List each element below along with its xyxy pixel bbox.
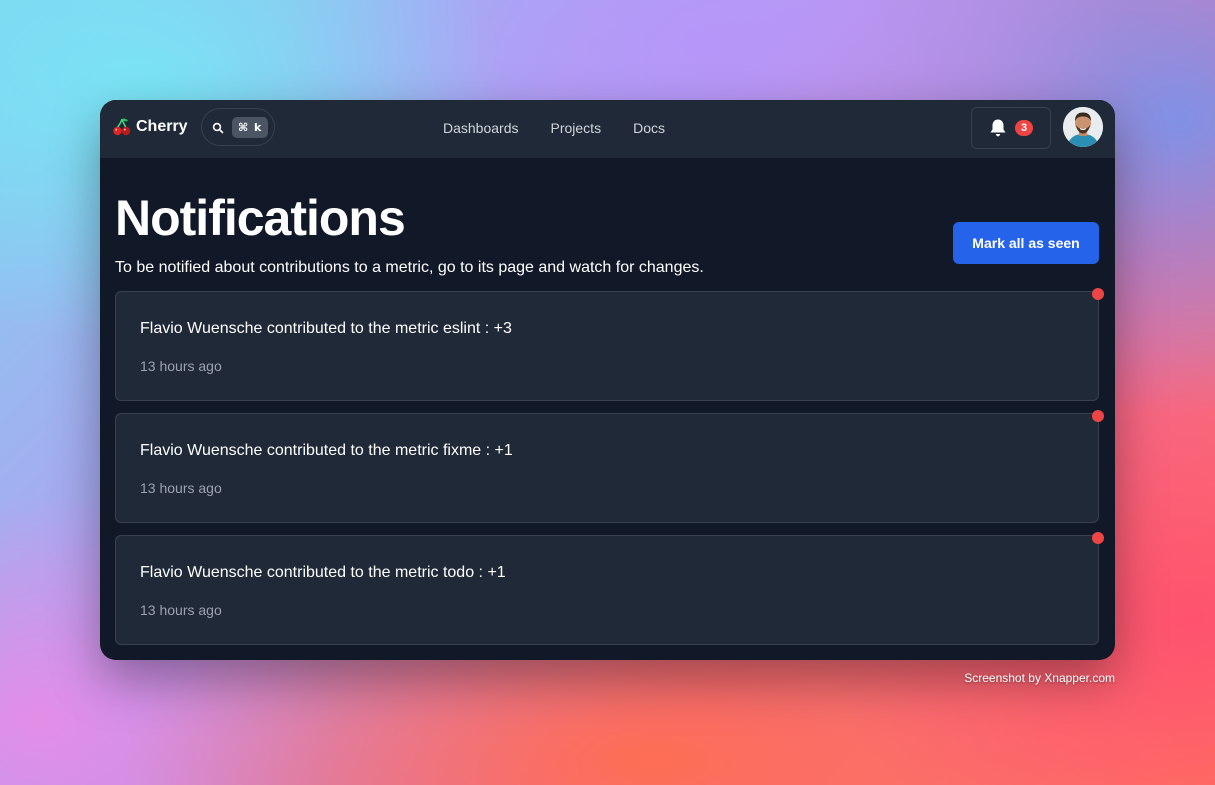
nav-link-projects[interactable]: Projects xyxy=(551,120,602,136)
search-button[interactable]: ⌘ k xyxy=(201,108,275,146)
user-avatar[interactable] xyxy=(1063,107,1103,147)
notification-card[interactable]: Flavio Wuensche contributed to the metri… xyxy=(115,532,1104,645)
cherry-icon xyxy=(112,117,132,137)
page-title: Notifications xyxy=(115,190,406,246)
notification-count-badge: 3 xyxy=(1014,120,1034,136)
notification-time: 13 hours ago xyxy=(140,602,222,618)
brand-logo-link[interactable]: Cherry xyxy=(112,117,188,137)
search-icon xyxy=(212,121,224,134)
notification-message: Flavio Wuensche contributed to the metri… xyxy=(140,564,506,581)
nav-link-docs[interactable]: Docs xyxy=(633,120,665,136)
notification-time: 13 hours ago xyxy=(140,358,222,374)
nav-link-dashboards[interactable]: Dashboards xyxy=(443,120,519,136)
notification-card[interactable]: Flavio Wuensche contributed to the metri… xyxy=(115,410,1104,523)
mark-all-as-seen-button[interactable]: Mark all as seen xyxy=(953,222,1099,264)
notification-card[interactable]: Flavio Wuensche contributed to the metri… xyxy=(115,288,1104,401)
bell-icon xyxy=(989,118,1007,138)
unread-indicator-dot xyxy=(1092,410,1104,422)
notification-message: Flavio Wuensche contributed to the metri… xyxy=(140,442,513,459)
search-shortcut-kbd: ⌘ k xyxy=(232,116,269,138)
brand-name: Cherry xyxy=(136,118,188,135)
top-navbar: Cherry ⌘ k Dashboards Projects Docs 3 xyxy=(100,100,1115,158)
notifications-button[interactable]: 3 xyxy=(971,107,1051,149)
nav-links: Dashboards Projects Docs xyxy=(443,120,665,136)
notification-time: 13 hours ago xyxy=(140,480,222,496)
app-window: Cherry ⌘ k Dashboards Projects Docs 3 No… xyxy=(100,100,1115,660)
page-subtitle: To be notified about contributions to a … xyxy=(115,259,704,276)
unread-indicator-dot xyxy=(1092,288,1104,300)
notification-message: Flavio Wuensche contributed to the metri… xyxy=(140,320,512,337)
unread-indicator-dot xyxy=(1092,532,1104,544)
screenshot-watermark: Screenshot by Xnapper.com xyxy=(964,671,1115,685)
